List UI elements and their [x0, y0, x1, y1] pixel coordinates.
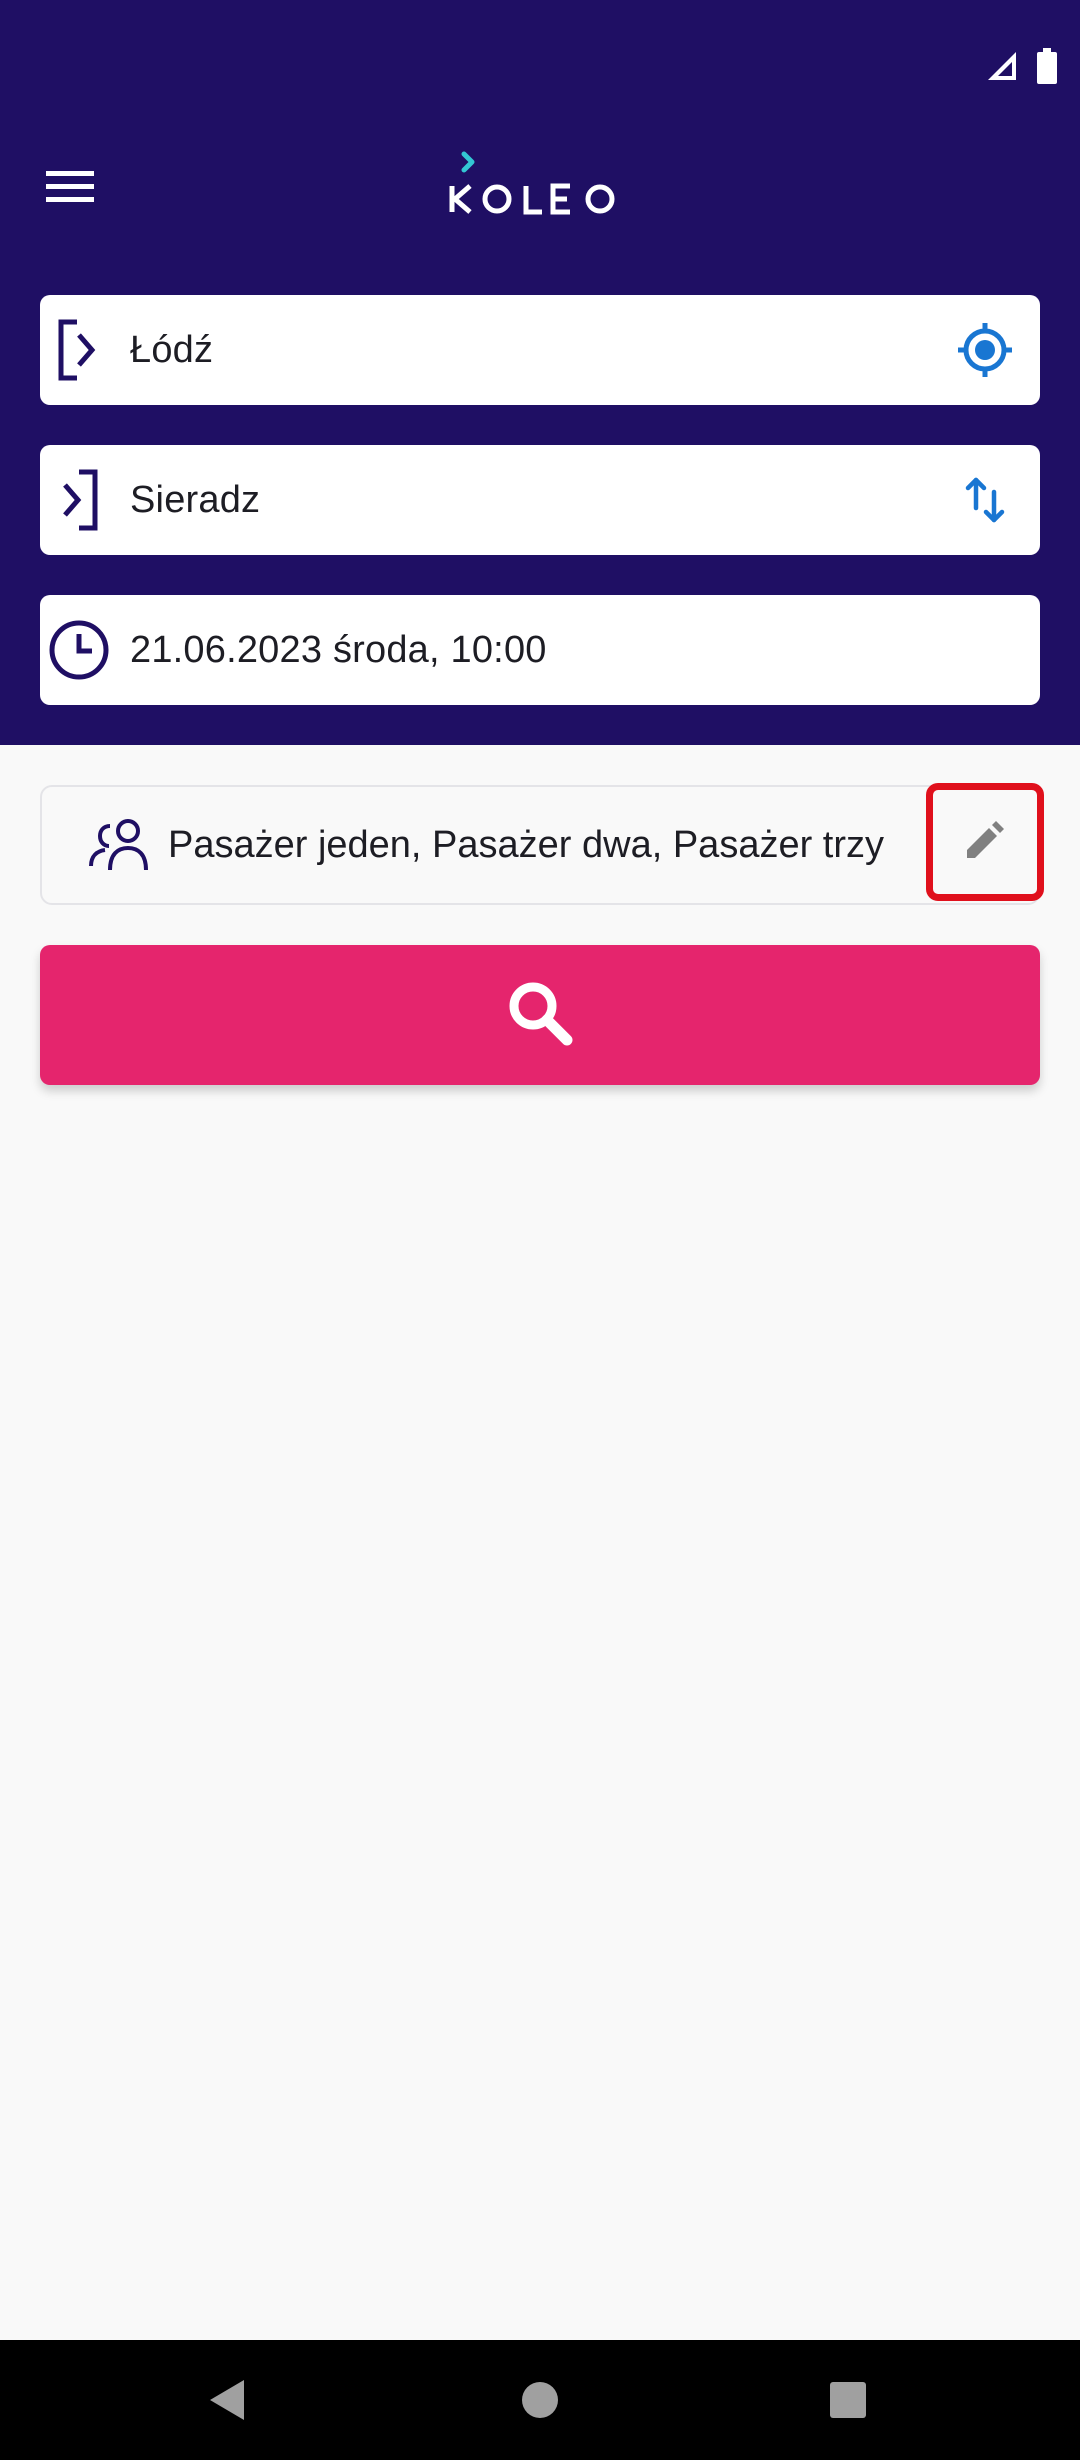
edit-passengers-button[interactable] [926, 783, 1044, 901]
departure-icon [24, 295, 134, 405]
header: Łódź Sieradz 21.06.2023 środa, 10:00 [0, 0, 1080, 745]
search-icon [505, 978, 575, 1053]
recents-icon[interactable] [808, 2360, 888, 2440]
status-bar [986, 47, 1058, 89]
arrival-icon [24, 445, 134, 555]
signal-icon [986, 50, 1018, 87]
home-icon[interactable] [500, 2360, 580, 2440]
to-station-field[interactable]: Sieradz [40, 445, 1040, 555]
swap-icon[interactable] [930, 445, 1040, 555]
app-screen: Łódź Sieradz 21.06.2023 środa, 10:00 Pas… [0, 0, 1080, 2460]
from-station-field[interactable]: Łódź [40, 295, 1040, 405]
hamburger-menu-icon[interactable] [40, 162, 100, 212]
back-icon[interactable] [188, 2360, 268, 2440]
from-station-value: Łódź [130, 328, 214, 371]
passengers-value: Pasażer jeden, Pasażer dwa, Pasażer trzy [168, 823, 885, 866]
passengers-field[interactable]: Pasażer jeden, Pasażer dwa, Pasażer trzy [40, 783, 1044, 905]
search-button[interactable] [40, 945, 1040, 1085]
datetime-field[interactable]: 21.06.2023 środa, 10:00 [40, 595, 1040, 705]
system-nav-bar [0, 2340, 1080, 2460]
locate-icon[interactable] [930, 295, 1040, 405]
people-icon [68, 785, 172, 905]
datetime-value: 21.06.2023 środa, 10:00 [130, 628, 547, 671]
edit-pencil-icon [963, 818, 1007, 867]
battery-icon [1036, 47, 1058, 89]
clock-icon [24, 595, 134, 705]
to-station-value: Sieradz [130, 478, 261, 521]
koleo-logo [440, 150, 640, 222]
